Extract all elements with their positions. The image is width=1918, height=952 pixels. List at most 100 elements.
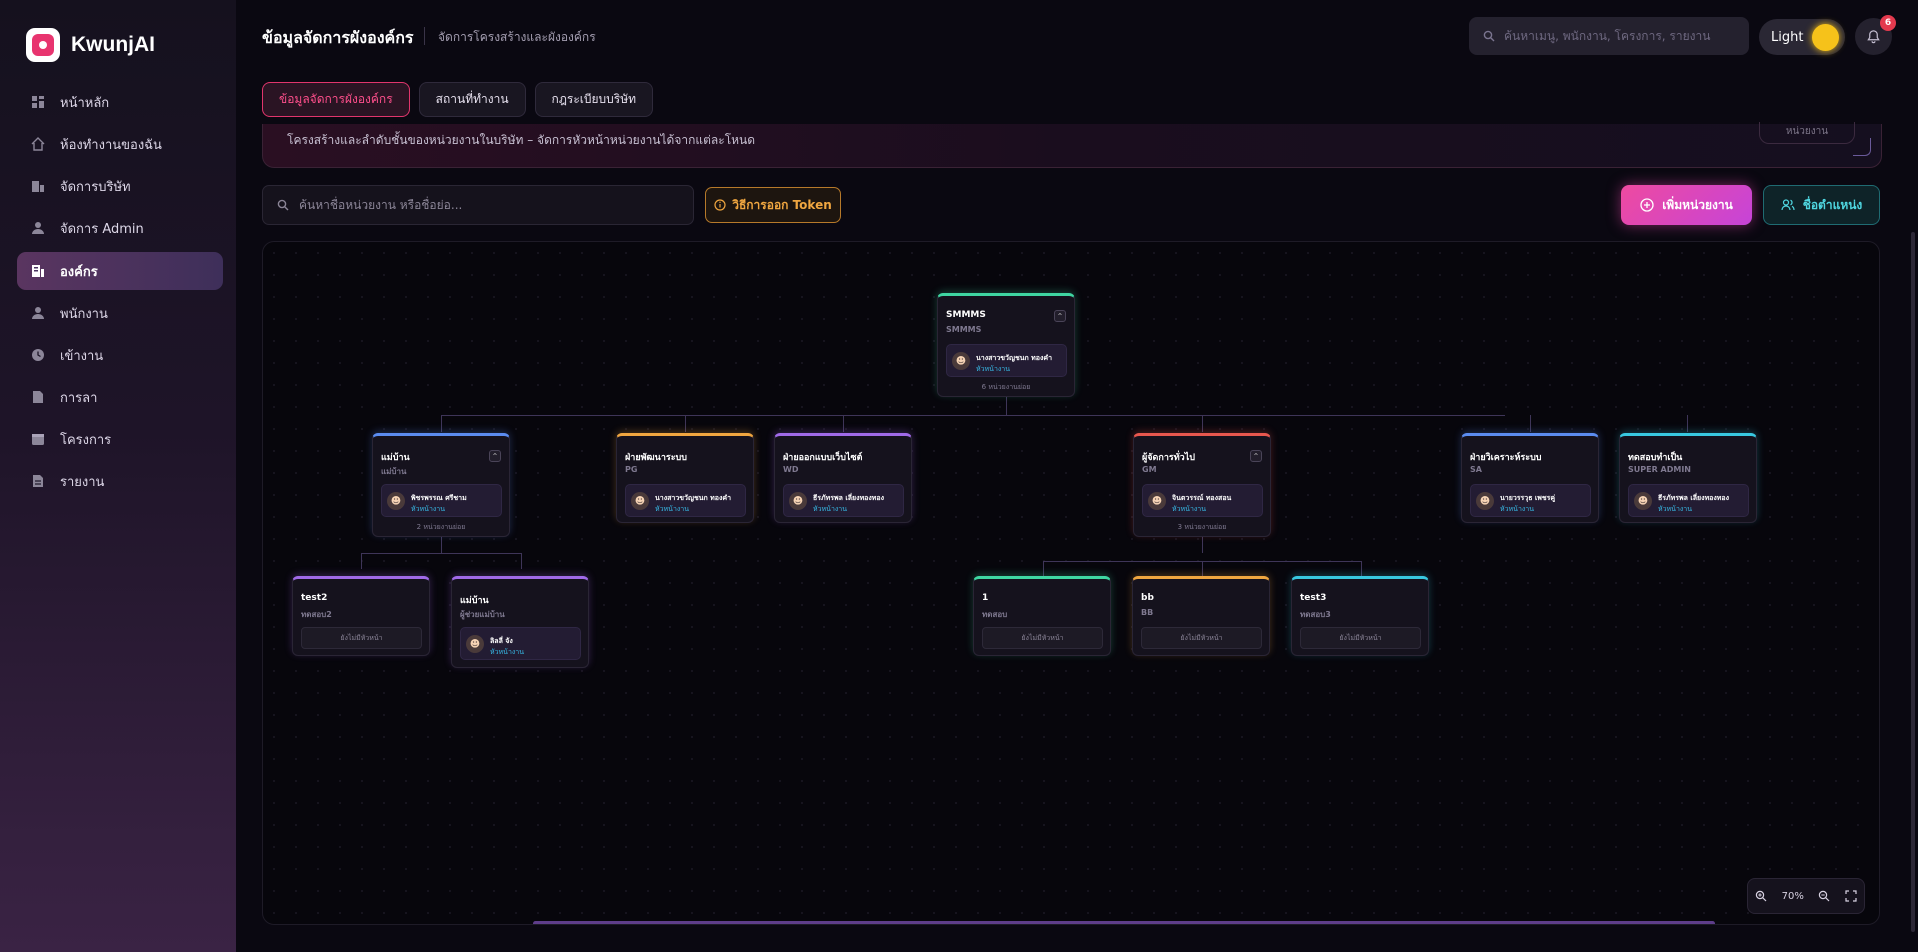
unit-search-placeholder: ค้นหาชื่อหน่วยงาน หรือชื่อย่อ...	[299, 197, 463, 212]
org-node[interactable]: ฝ่ายวิเคราะห์ระบบ SA ☻ นายวรรวุธ เพชรคู่ หัว…	[1461, 433, 1599, 523]
org-chart-canvas[interactable]: 70% SMMMS SMMMS ⌃ ☻ นางสาวขวัญชนก ทองคำ หัวหน…	[262, 241, 1880, 925]
global-search-input[interactable]: ค้นหาเมนู, พนักงาน, โครงการ, รายงาน	[1469, 17, 1749, 55]
node-name: bb	[1141, 593, 1154, 603]
node-no-head[interactable]: ยังไม่มีหัวหน้า	[301, 627, 422, 649]
tab-org-chart[interactable]: ข้อมูลจัดการผังองค์กร	[262, 82, 410, 117]
connector-line	[1687, 415, 1688, 432]
main-area: ข้อมูลจัดการผังองค์กร จัดการโครงสร้างและ…	[236, 0, 1918, 952]
node-head-name: ลิลลี่ จัง	[490, 637, 513, 645]
org-node[interactable]: SMMMS SMMMS ⌃ ☻ นางสาวขวัญชนก ทองคำ หัวหน้างา…	[937, 293, 1075, 397]
node-name: ฝ่ายออกแบบเว็บไซต์	[783, 453, 863, 463]
node-name: แม่บ้าน	[460, 596, 489, 606]
fullscreen-icon[interactable]	[1845, 890, 1857, 902]
sidebar-item-label: รายงาน	[60, 474, 105, 490]
node-code: ทดสอบ2	[301, 610, 332, 619]
node-name: ผู้จัดการทั่วไป	[1142, 453, 1195, 463]
org-node[interactable]: bb BB ยังไม่มีหัวหน้า	[1132, 576, 1270, 656]
add-unit-button[interactable]: เพิ่มหน่วยงาน	[1621, 185, 1752, 225]
node-head-name: ธีรภัทรพล เลี่ยงทองทอง	[813, 494, 885, 502]
app-logo[interactable]: KwunjAI	[26, 28, 155, 62]
clock-icon	[31, 348, 45, 362]
node-name: ฝ่ายพัฒนาระบบ	[625, 453, 687, 463]
global-search-placeholder: ค้นหาเมนู, พนักงาน, โครงการ, รายงาน	[1504, 28, 1711, 43]
node-head-card[interactable]: ☻ ธีรภัทรพล เลี่ยงทองทอง หัวหน้างาน	[783, 484, 904, 517]
org-node[interactable]: แม่บ้าน แม่บ้าน ⌃ ☻ พิชรพรรณ ศรีชาม หัวหน้างา…	[372, 433, 510, 537]
horizontal-scrollbar[interactable]	[533, 921, 1715, 924]
collapse-icon[interactable]: ⌃	[489, 450, 501, 462]
token-guide-label: วิธีการออก Token	[732, 197, 832, 212]
position-names-button[interactable]: ชื่อตำแหน่ง	[1763, 185, 1880, 225]
notification-button[interactable]: 6	[1855, 15, 1896, 55]
sidebar-item-clock[interactable]: เข้างาน	[17, 336, 223, 374]
node-code: SA	[1470, 465, 1482, 474]
node-name: test3	[1300, 593, 1327, 603]
sidebar-item-home[interactable]: ห้องทำงานของฉัน	[17, 125, 223, 163]
org-node[interactable]: ฝ่ายออกแบบเว็บไซต์ WD ☻ ธีรภัทรพล เลี่ยงทอง…	[774, 433, 912, 523]
sidebar-item-label: จัดการ Admin	[60, 221, 144, 237]
sidebar-item-organization[interactable]: องค์กร	[17, 252, 223, 290]
banner-units-button[interactable]: หน่วยงาน	[1759, 122, 1855, 144]
theme-toggle[interactable]: Light	[1759, 19, 1845, 55]
org-node[interactable]: ผู้จัดการทั่วไป GM ⌃ ☻ จินตวรรณ์ ทองสอน หัวหน…	[1133, 433, 1271, 537]
org-node[interactable]: test2 ทดสอบ2 ยังไม่มีหัวหน้า	[292, 576, 430, 656]
avatar: ☻	[952, 352, 970, 370]
node-no-head[interactable]: ยังไม่มีหัวหน้า	[1141, 627, 1262, 649]
connector-line	[1202, 561, 1203, 577]
node-subunit-count: 2 หน่วยงานย่อย	[416, 523, 466, 531]
token-guide-button[interactable]: วิธีการออก Token	[705, 187, 841, 223]
node-head-card[interactable]: ☻ ธีรภัทรพล เลี่ยงทองทอง หัวหน้างาน	[1628, 484, 1749, 517]
project-icon	[31, 432, 45, 446]
admin-icon	[31, 221, 45, 235]
collapse-icon[interactable]: ⌃	[1250, 450, 1262, 462]
sidebar-item-label: หน้าหลัก	[60, 95, 110, 111]
node-no-head[interactable]: ยังไม่มีหัวหน้า	[982, 627, 1103, 649]
org-node[interactable]: ฝ่ายพัฒนาระบบ PG ☻ นางสาวขวัญชนก ทองคำ หัวหน…	[616, 433, 754, 523]
sidebar-item-document[interactable]: การลา	[17, 378, 223, 416]
node-head-card[interactable]: ☻ นางสาวขวัญชนก ทองคำ หัวหน้างาน	[946, 344, 1067, 377]
info-icon	[714, 199, 726, 211]
node-code: ผู้ช่วยแม่บ้าน	[460, 610, 505, 619]
collapse-icon[interactable]: ⌃	[1054, 310, 1066, 322]
zoom-in-icon[interactable]	[1755, 890, 1767, 902]
node-head-card[interactable]: ☻ จินตวรรณ์ ทองสอน หัวหน้างาน	[1142, 484, 1263, 517]
search-icon	[277, 199, 289, 211]
node-head-card[interactable]: ☻ ลิลลี่ จัง หัวหน้างาน	[460, 627, 581, 660]
sidebar-item-company[interactable]: จัดการบริษัท	[17, 167, 223, 205]
avatar: ☻	[1148, 492, 1166, 510]
bell-icon	[1867, 30, 1880, 44]
users-icon	[1781, 199, 1795, 211]
connector-line	[1006, 397, 1007, 415]
node-head-card[interactable]: ☻ นางสาวขวัญชนก ทองคำ หัวหน้างาน	[625, 484, 746, 517]
org-node[interactable]: 1 ทดสอบ ยังไม่มีหัวหน้า	[973, 576, 1111, 656]
node-head-role: หัวหน้างาน	[490, 648, 525, 656]
sidebar-item-admin[interactable]: จัดการ Admin	[17, 209, 223, 247]
document-icon	[31, 390, 45, 404]
connector-line	[1361, 561, 1362, 577]
connector-line	[843, 415, 844, 432]
node-head-role: หัวหน้างาน	[655, 505, 690, 513]
vertical-scrollbar[interactable]	[1911, 232, 1915, 932]
node-head-name: พิชรพรรณ ศรีชาม	[411, 494, 467, 502]
org-node[interactable]: แม่บ้าน ผู้ช่วยแม่บ้าน ☻ ลิลลี่ จัง หัวหน้าง…	[451, 576, 589, 668]
tab-company-rules[interactable]: กฎระเบียบบริษัท	[534, 82, 654, 117]
sidebar-item-label: การลา	[60, 390, 98, 406]
sidebar-item-employee[interactable]: พนักงาน	[17, 294, 223, 332]
zoom-level: 70%	[1781, 890, 1804, 902]
sidebar-item-dashboard[interactable]: หน้าหลัก	[17, 83, 223, 121]
unit-search-input[interactable]: ค้นหาชื่อหน่วยงาน หรือชื่อย่อ...	[262, 185, 694, 225]
sidebar-item-report[interactable]: รายงาน	[17, 462, 223, 500]
sidebar-item-project[interactable]: โครงการ	[17, 420, 223, 458]
node-head-card[interactable]: ☻ นายวรรวุธ เพชรคู่ หัวหน้างาน	[1470, 484, 1591, 517]
node-head-card[interactable]: ☻ พิชรพรรณ ศรีชาม หัวหน้างาน	[381, 484, 502, 517]
org-node[interactable]: test3 ทดสอบ3 ยังไม่มีหัวหน้า	[1291, 576, 1429, 656]
tab-workplace[interactable]: สถานที่ทำงาน	[418, 82, 526, 117]
add-unit-label: เพิ่มหน่วยงาน	[1662, 197, 1733, 212]
node-name: ฝ่ายวิเคราะห์ระบบ	[1470, 453, 1542, 463]
zoom-out-icon[interactable]	[1818, 890, 1830, 902]
node-name: SMMMS	[946, 310, 986, 320]
sidebar-item-label: พนักงาน	[60, 306, 108, 322]
sidebar-item-label: เข้างาน	[60, 348, 104, 364]
node-no-head[interactable]: ยังไม่มีหัวหน้า	[1300, 627, 1421, 649]
org-node[interactable]: ทดสอบทำเป็น SUPER ADMIN ☻ ธีรภัทรพล เลี่ยงท…	[1619, 433, 1757, 523]
avatar: ☻	[1634, 492, 1652, 510]
